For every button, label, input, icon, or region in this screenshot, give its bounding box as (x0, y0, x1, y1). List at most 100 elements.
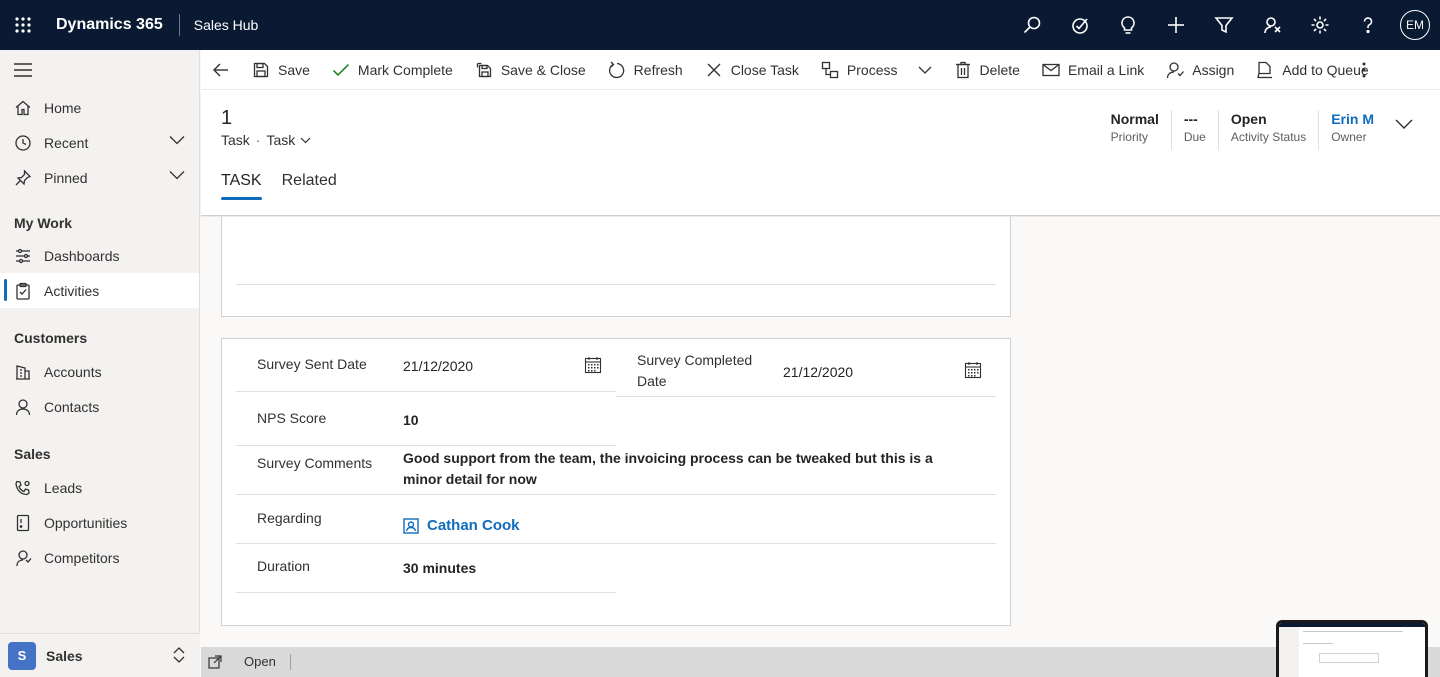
contact-card-icon (403, 517, 419, 534)
plus-icon[interactable] (1152, 0, 1200, 50)
task-check-icon[interactable] (1056, 0, 1104, 50)
status-bar: Open (201, 647, 1440, 677)
section-title-customers: Customers (14, 330, 88, 346)
status-value: Open (1230, 111, 1267, 127)
open-in-new-window-icon[interactable] (201, 655, 229, 669)
chevron-down-icon[interactable] (918, 66, 932, 74)
record-header: 1 Task · Task Normal Priority --- Due Op… (201, 90, 1440, 216)
calendar-icon[interactable] (584, 356, 602, 374)
assistant-icon[interactable] (1248, 0, 1296, 50)
more-commands-icon[interactable] (1352, 50, 1376, 90)
regarding-value: Cathan Cook (427, 517, 520, 534)
preview-content (1279, 623, 1425, 677)
save-icon (252, 61, 270, 79)
top-icons: EM (1008, 0, 1440, 50)
refresh-button[interactable]: Refresh (597, 50, 694, 90)
expand-header-chevron-icon[interactable] (1392, 112, 1416, 136)
save-close-button[interactable]: Save & Close (464, 50, 597, 90)
field-label: Duration (257, 558, 310, 574)
owner-label: Owner (1331, 130, 1367, 144)
sidebar-item-activities[interactable]: Activities (0, 273, 199, 308)
search-icon[interactable] (1008, 0, 1056, 50)
duration-input[interactable]: 30 minutes (403, 544, 476, 592)
queue-icon (1256, 61, 1274, 79)
email-link-label: Email a Link (1067, 61, 1145, 78)
sidebar-item-home[interactable]: Home (0, 90, 199, 125)
sidebar-item-pinned[interactable]: Pinned (0, 160, 199, 195)
close-icon (705, 61, 723, 79)
sidebar-item-label: Pinned (44, 169, 88, 186)
command-bar: Save Mark Complete Save & Close Refresh … (201, 50, 1440, 90)
form-selector[interactable]: Task (266, 132, 295, 148)
calendar-icon[interactable] (964, 361, 982, 379)
delete-label: Delete (979, 61, 1020, 78)
app-launcher-icon[interactable] (0, 0, 46, 50)
close-task-button[interactable]: Close Task (694, 50, 810, 90)
tab-related[interactable]: Related (282, 172, 337, 200)
mark-complete-button[interactable]: Mark Complete (321, 50, 464, 90)
field-label: Regarding (257, 510, 322, 526)
sidebar-item-leads[interactable]: Leads (0, 470, 199, 505)
filter-icon[interactable] (1200, 0, 1248, 50)
regarding-link[interactable]: Cathan Cook (403, 495, 520, 543)
survey-comments-input[interactable]: Good support from the team, the invoicin… (403, 446, 933, 494)
mark-complete-label: Mark Complete (357, 61, 453, 78)
close-task-label: Close Task (730, 61, 799, 78)
top-bar: Dynamics 365 Sales Hub EM (0, 0, 1440, 50)
assign-button[interactable]: Assign (1155, 50, 1245, 90)
lightbulb-icon[interactable] (1104, 0, 1152, 50)
record-subtitle: Task · Task (221, 132, 311, 148)
dashboard-icon (14, 247, 32, 265)
sidebar-item-opportunities[interactable]: Opportunities (0, 505, 199, 540)
help-icon[interactable] (1344, 0, 1392, 50)
sidebar: Home Recent Pinned My Work Dashboards Ac… (0, 50, 200, 677)
form-section-description (221, 217, 1011, 317)
hamburger-menu-icon[interactable] (0, 50, 199, 90)
save-label: Save (278, 61, 310, 78)
gear-icon[interactable] (1296, 0, 1344, 50)
field-label-line: Survey Completed (637, 352, 753, 368)
form-content: Survey Sent Date 21/12/2020 Survey Compl… (201, 217, 1440, 647)
app-name[interactable]: Dynamics 365 (56, 16, 163, 34)
clock-icon (14, 134, 32, 152)
back-arrow-icon[interactable] (201, 50, 241, 90)
sidebar-item-accounts[interactable]: Accounts (0, 354, 199, 389)
sidebar-item-recent[interactable]: Recent (0, 125, 199, 160)
sidebar-item-label: Dashboards (44, 247, 120, 264)
process-button[interactable]: Process (810, 50, 943, 90)
tab-task[interactable]: TASK (221, 172, 262, 200)
form-section-survey: Survey Sent Date 21/12/2020 Survey Compl… (221, 338, 1011, 626)
field-label: NPS Score (257, 410, 327, 426)
sidebar-item-contacts[interactable]: Contacts (0, 389, 199, 424)
survey-completed-date-input[interactable]: 21/12/2020 (783, 339, 853, 396)
entity-name: Task (221, 132, 250, 148)
priority-value: Normal (1110, 111, 1159, 127)
field-survey-comments: Survey Comments Good support from the te… (236, 446, 996, 495)
user-avatar[interactable]: EM (1400, 10, 1430, 40)
up-down-chevron-icon[interactable] (172, 646, 186, 664)
survey-sent-date-input[interactable]: 21/12/2020 (403, 339, 473, 391)
assign-icon (1166, 61, 1185, 79)
chevron-down-icon[interactable] (300, 137, 311, 144)
delete-button[interactable]: Delete (943, 50, 1031, 90)
area-name[interactable]: Sales Hub (194, 17, 259, 33)
save-button[interactable]: Save (241, 50, 321, 90)
sidebar-item-label: Competitors (44, 549, 120, 566)
sidebar-item-dashboards[interactable]: Dashboards (0, 238, 199, 273)
email-link-button[interactable]: Email a Link (1031, 50, 1155, 90)
process-icon (821, 61, 839, 79)
field-label: Survey Sent Date (257, 356, 367, 372)
header-field-status: Open Activity Status (1217, 110, 1318, 150)
process-label: Process (846, 61, 898, 78)
owner-link[interactable]: Erin M (1331, 110, 1374, 128)
chevron-down-icon[interactable] (169, 170, 185, 180)
sidebar-item-competitors[interactable]: Competitors (0, 540, 199, 575)
separator-dot: · (255, 132, 261, 148)
chevron-down-icon[interactable] (169, 135, 185, 145)
nps-score-input[interactable]: 10 (403, 392, 419, 445)
form-tabs: TASK Related (221, 172, 357, 200)
home-icon (14, 99, 32, 117)
section-title-sales: Sales (14, 446, 51, 462)
document-icon (14, 514, 32, 532)
area-switcher[interactable]: S Sales (0, 633, 200, 677)
